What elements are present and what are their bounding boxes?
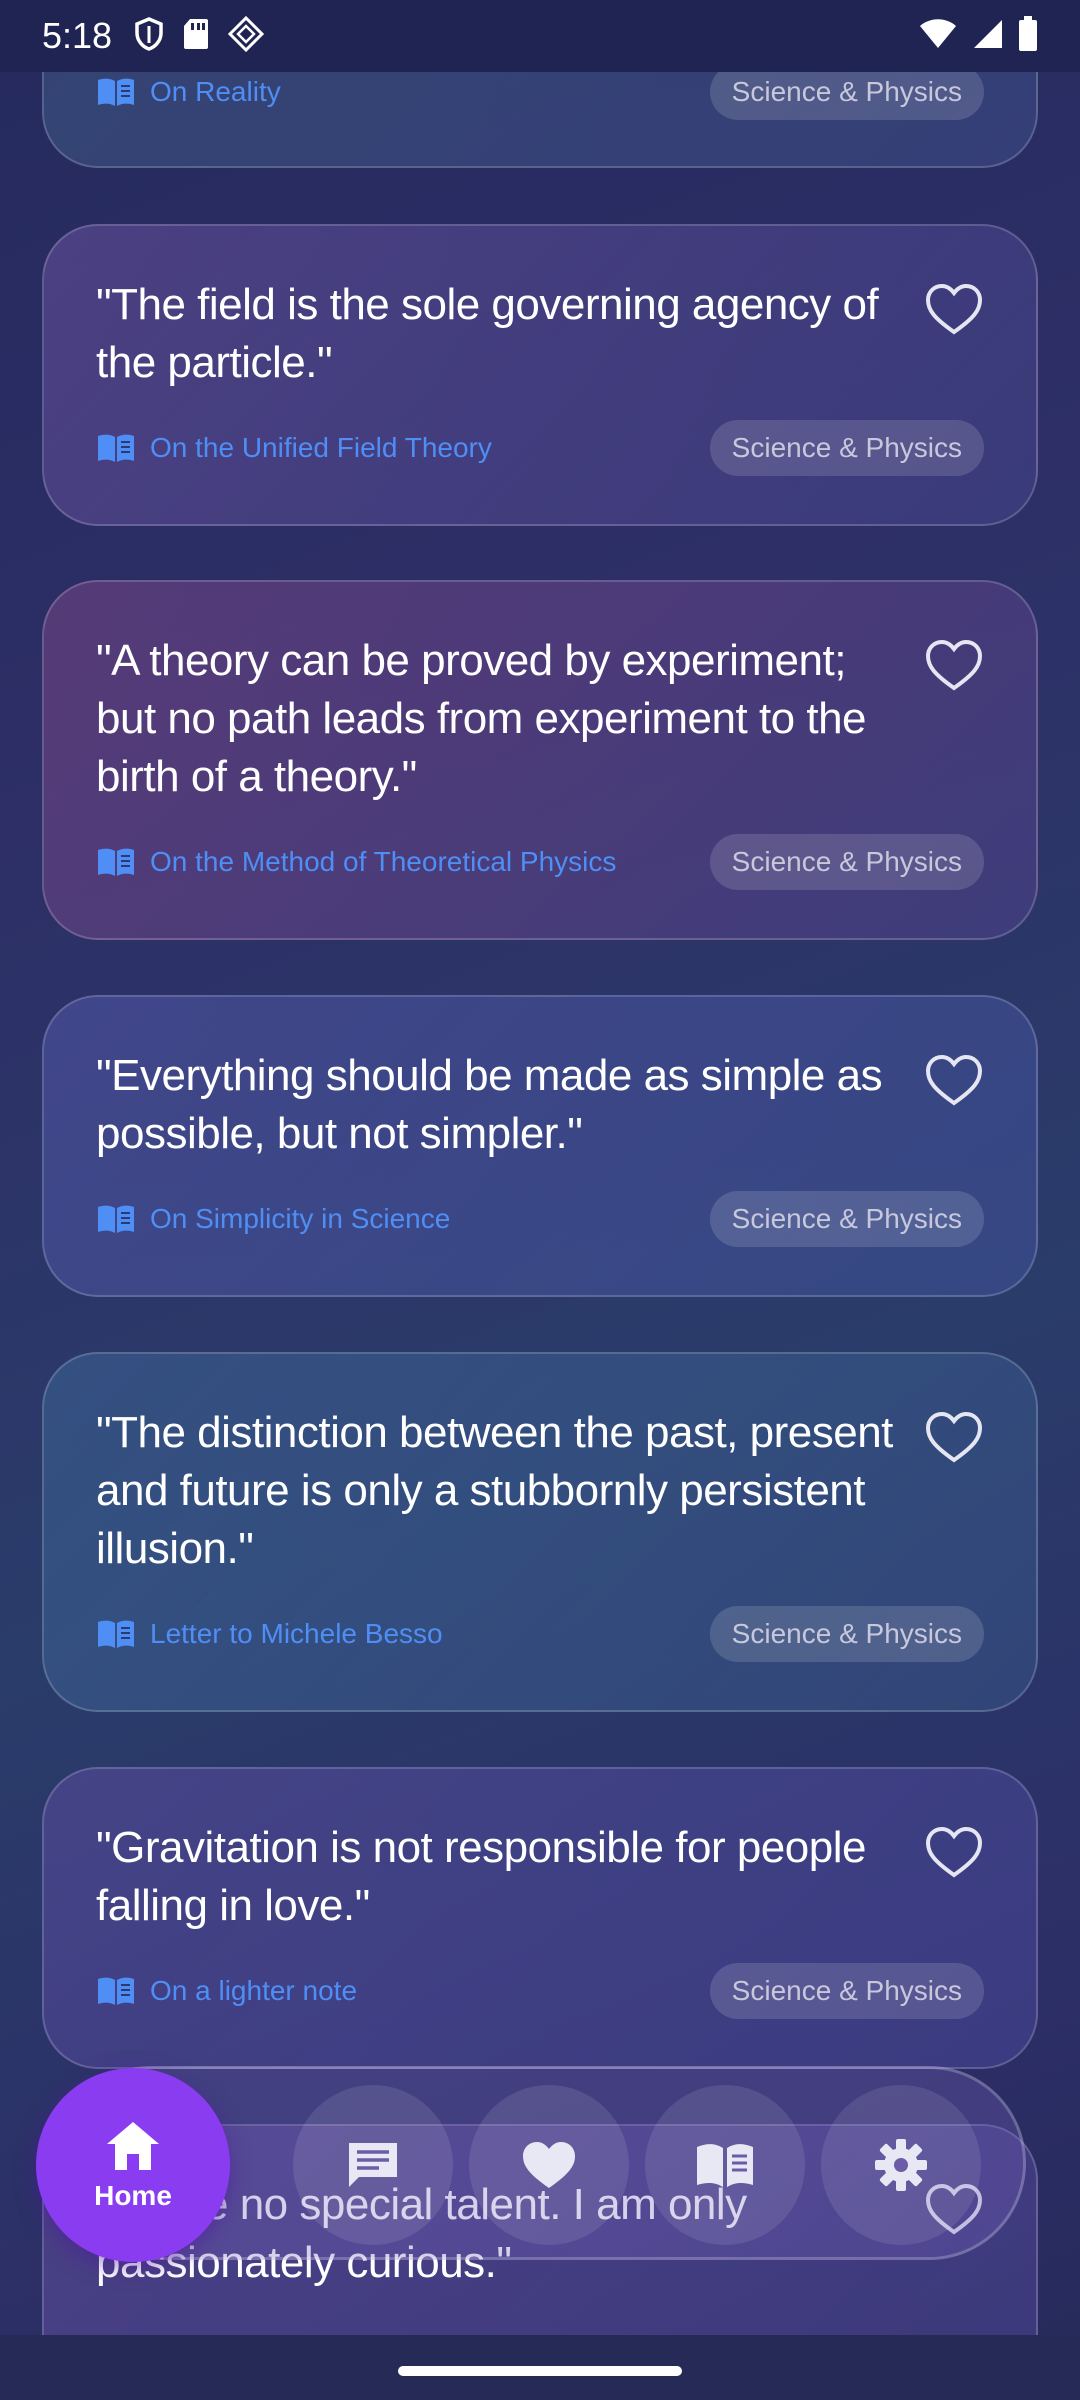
- nav-favorites-button[interactable]: [469, 2085, 629, 2245]
- heart-icon: [523, 2142, 575, 2188]
- quote-meta: On a lighter note Science & Physics: [96, 1963, 984, 2019]
- favorite-heart-icon[interactable]: [924, 282, 984, 338]
- quote-card[interactable]: "A theory can be proved by experiment; b…: [42, 580, 1038, 940]
- sd-card-icon: [182, 17, 210, 56]
- category-chip[interactable]: Science & Physics: [709, 834, 984, 890]
- book-icon: [98, 1620, 134, 1648]
- settings-icon: [875, 2139, 927, 2191]
- book-icon: [98, 434, 134, 462]
- nav-home-label: Home: [94, 2180, 172, 2211]
- category-chip[interactable]: Science & Physics: [709, 1606, 984, 1662]
- favorite-heart-icon[interactable]: [924, 1825, 984, 1881]
- book-icon: [98, 1977, 134, 2005]
- quote-source-link[interactable]: On the Unified Field Theory: [150, 432, 492, 464]
- quote-text: "Gravitation is not responsible for peop…: [96, 1823, 866, 1930]
- home-icon: [107, 2122, 159, 2170]
- home-indicator[interactable]: [398, 2366, 682, 2376]
- quote-text: "A theory can be proved by experiment; b…: [96, 636, 867, 801]
- quote-list[interactable]: On Reality Science & Physics "The field …: [0, 0, 1080, 2335]
- quote-text: "Everything should be made as simple as …: [96, 1051, 883, 1158]
- quote-text: "The distinction between the past, prese…: [96, 1408, 893, 1573]
- quote-source-link[interactable]: On Reality: [150, 76, 281, 108]
- quote-source-link[interactable]: On the Method of Theoretical Physics: [150, 846, 616, 878]
- category-chip[interactable]: Science & Physics: [709, 1191, 984, 1247]
- nav-quotes-button[interactable]: [293, 2085, 453, 2245]
- category-chip[interactable]: Science & Physics: [709, 1963, 984, 2019]
- quote-meta: Letter to Michele Besso Science & Physic…: [96, 1606, 984, 1662]
- vpn-diamond-icon: [227, 15, 265, 57]
- book-icon: [98, 1205, 134, 1233]
- status-bar: 5:18: [0, 0, 1080, 72]
- book-icon: [98, 848, 134, 876]
- category-chip[interactable]: Science & Physics: [709, 64, 984, 120]
- quote-source-link[interactable]: On a lighter note: [150, 1975, 357, 2007]
- quote-meta: On the Method of Theoretical Physics Sci…: [96, 834, 984, 890]
- nav-settings-button[interactable]: [821, 2085, 981, 2245]
- quote-card[interactable]: "Gravitation is not responsible for peop…: [42, 1767, 1038, 2069]
- battery-icon: [1018, 15, 1038, 57]
- quote-meta: On Reality Science & Physics: [96, 64, 984, 120]
- nav-sources-button[interactable]: [645, 2085, 805, 2245]
- quote-meta: On Simplicity in Science Science & Physi…: [96, 1191, 984, 1247]
- quote-card[interactable]: "Everything should be made as simple as …: [42, 995, 1038, 1297]
- shield-icon: [134, 16, 164, 56]
- book-icon: [697, 2144, 753, 2187]
- quote-card[interactable]: "The distinction between the past, prese…: [42, 1352, 1038, 1712]
- wifi-icon: [918, 18, 958, 55]
- quote-card[interactable]: "The field is the sole governing agency …: [42, 224, 1038, 526]
- chat-icon: [349, 2143, 397, 2187]
- quote-source-link[interactable]: Letter to Michele Besso: [150, 1618, 443, 1650]
- status-time: 5:18: [42, 15, 113, 56]
- cell-signal-icon: [972, 18, 1004, 55]
- category-chip[interactable]: Science & Physics: [709, 420, 984, 476]
- quote-source-link[interactable]: On Simplicity in Science: [150, 1203, 450, 1235]
- nav-home-button[interactable]: Home: [36, 2068, 230, 2262]
- favorite-heart-icon[interactable]: [924, 1053, 984, 1109]
- favorite-heart-icon[interactable]: [924, 638, 984, 694]
- quote-text: "The field is the sole governing agency …: [96, 280, 879, 387]
- favorite-heart-icon[interactable]: [924, 1410, 984, 1466]
- quote-meta: On the Unified Field Theory Science & Ph…: [96, 420, 984, 476]
- book-icon: [98, 78, 134, 106]
